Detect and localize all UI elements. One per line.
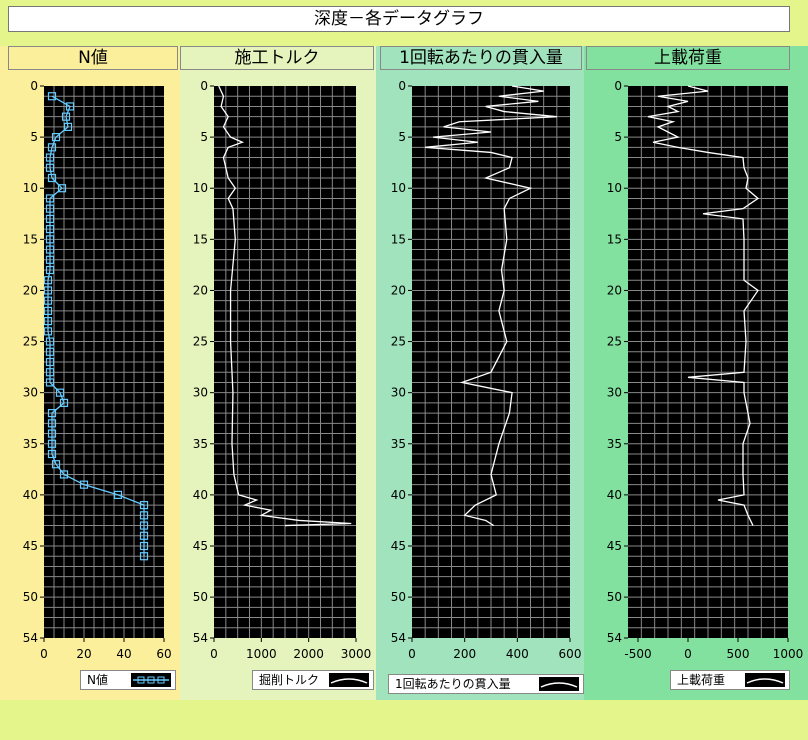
- x-tick-label: 0: [684, 647, 692, 661]
- y-tick-label: 40: [607, 488, 622, 502]
- y-tick-label: 15: [193, 232, 208, 246]
- y-tick-label: 50: [23, 590, 38, 604]
- x-tick-label: 1000: [773, 647, 804, 661]
- y-tick-label: 30: [607, 386, 622, 400]
- y-tick-label: 5: [614, 130, 622, 144]
- y-tick-label: 15: [607, 232, 622, 246]
- n-value-chart: 05101520253035404550540 20 40 60: [23, 79, 172, 661]
- x-tick-label: -500: [624, 647, 651, 661]
- y-tick-label: 30: [23, 386, 38, 400]
- y-tick-label: 0: [614, 79, 622, 93]
- y-tick-label: 40: [23, 488, 38, 502]
- panel-n-value: N値 0 5 10 15 20 25 30 35 40 45 50 54 0 20 40 60 N値: [0, 46, 180, 700]
- y-tick-label: 10: [607, 181, 622, 195]
- y-tick-label: 25: [193, 335, 208, 349]
- legend-penetration: 1回転あたりの貫入量: [388, 674, 584, 694]
- x-tick-label: 1000: [246, 647, 277, 661]
- y-tick-label: 35: [23, 437, 38, 451]
- window-title: 深度－各データグラフ: [8, 6, 790, 32]
- x-tick-label: 0: [408, 647, 416, 661]
- y-tick-label: 50: [607, 590, 622, 604]
- y-tick-label: 20: [23, 283, 38, 297]
- y-tick-label: 40: [391, 488, 406, 502]
- penetration-chart: 05101520253035404550540 200 400 600: [391, 79, 582, 661]
- y-tick-label: 45: [193, 539, 208, 553]
- legend-swatch: [745, 673, 785, 687]
- y-tick-label: 50: [391, 590, 406, 604]
- y-tick-label: 50: [193, 590, 208, 604]
- y-tick-label: 30: [391, 386, 406, 400]
- y-tick-label: 54: [193, 631, 208, 645]
- y-tick-label: 35: [193, 437, 208, 451]
- x-tick-label: 40: [116, 647, 131, 661]
- y-tick-label: 0: [398, 79, 406, 93]
- y-tick-label: 5: [398, 130, 406, 144]
- legend-load: 上載荷重: [670, 670, 790, 690]
- x-tick-label: 400: [506, 647, 529, 661]
- x-tick-label: 60: [156, 647, 171, 661]
- y-tick-label: 45: [391, 539, 406, 553]
- y-tick-label: 15: [391, 232, 406, 246]
- x-tick-label: 0: [210, 647, 218, 661]
- legend-swatch: [329, 673, 369, 687]
- y-tick-label: 54: [23, 631, 38, 645]
- legend-n-value: N値: [80, 670, 176, 690]
- y-tick-label: 20: [193, 283, 208, 297]
- y-tick-label: 40: [193, 488, 208, 502]
- legend-swatch: [539, 677, 579, 691]
- y-tick-label: 20: [391, 283, 406, 297]
- y-tick-label: 10: [23, 181, 38, 195]
- x-tick-label: 20: [76, 647, 91, 661]
- y-tick-label: 10: [193, 181, 208, 195]
- legend-swatch: [131, 673, 171, 687]
- y-tick-label: 54: [391, 631, 406, 645]
- torque-chart: 05101520253035404550540 1000 2000 3000: [193, 79, 372, 661]
- legend-label: 掘削トルク: [259, 673, 320, 687]
- x-tick-label: 200: [453, 647, 476, 661]
- panel-load: 上載荷重 0 5 10 15 20 25 30 35 40 45 50 54 -500 0 500 1000 …: [584, 46, 808, 700]
- y-tick-label: 35: [607, 437, 622, 451]
- legend-label: 1回転あたりの貫入量: [395, 677, 511, 691]
- y-tick-label: 45: [607, 539, 622, 553]
- load-chart: 0 5 10 15 20 25 30 35 40 45 50 54-500 0 500 1000: [607, 79, 804, 661]
- legend-label: N値: [87, 673, 108, 687]
- legend-torque: 掘削トルク: [252, 670, 374, 690]
- y-tick-label: 35: [391, 437, 406, 451]
- y-tick-label: 25: [607, 335, 622, 349]
- y-tick-label: 10: [391, 181, 406, 195]
- y-tick-label: 54: [607, 631, 622, 645]
- y-tick-label: 15: [23, 232, 38, 246]
- y-tick-label: 0: [200, 79, 208, 93]
- x-tick-label: 2000: [293, 647, 324, 661]
- x-tick-label: 0: [40, 647, 48, 661]
- y-tick-label: 25: [391, 335, 406, 349]
- y-tick-label: 0: [30, 79, 38, 93]
- x-tick-label: 500: [727, 647, 750, 661]
- panel-torque: 施工トルク 0 5 10 15 20 25 30 35 40 45 50 54 0 1000 2000 300…: [180, 46, 376, 700]
- y-tick-label: 5: [30, 130, 38, 144]
- y-tick-label: 30: [193, 386, 208, 400]
- y-tick-label: 5: [200, 130, 208, 144]
- panel-penetration: 1回転あたりの貫入量 0 5 10 15 20 25 30 35 40 45 50 54 0 200 400…: [376, 46, 584, 700]
- x-tick-label: 600: [559, 647, 582, 661]
- y-tick-label: 45: [23, 539, 38, 553]
- x-tick-label: 3000: [341, 647, 372, 661]
- legend-label: 上載荷重: [677, 673, 726, 687]
- y-tick-label: 20: [607, 283, 622, 297]
- y-tick-label: 25: [23, 335, 38, 349]
